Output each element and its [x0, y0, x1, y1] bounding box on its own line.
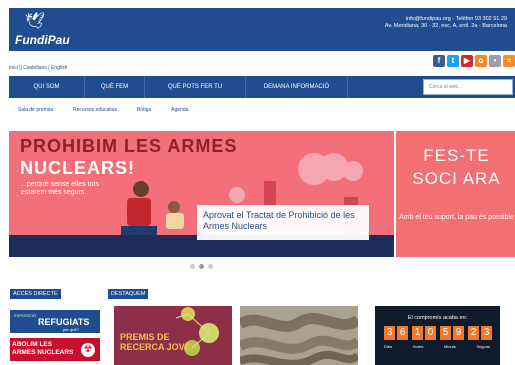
issuu-icon[interactable]: o [475, 55, 487, 67]
rope-image-card[interactable] [240, 306, 358, 365]
refugees-title: REFUGIATS [38, 317, 90, 327]
abolish-nuclear-banner[interactable]: ABOLIM LES ARMES NUCLEARS ☢ [10, 338, 100, 361]
logo-text: FundiPau [15, 33, 70, 47]
slide-caption[interactable]: Aprovat el Tractat de Prohibició de les … [197, 205, 369, 240]
countdown-units: Dies Hores Minuts Segons [384, 344, 490, 349]
secondary-navigation: Sala de premsa Recursos educatius Botiga Ag… [18, 107, 188, 113]
cta-subtitle: Amb el teu suport, la pau és possible [399, 214, 514, 221]
slider-pagination [190, 264, 213, 269]
twitter-icon[interactable]: t [447, 55, 459, 67]
contact-info: info@fundipau.org - Telèfon 93 302 51 29… [385, 16, 507, 30]
direct-access-label: ACCÉS DIRECTE [10, 289, 61, 299]
abolish-nuclear-text: ABOLIM LES ARMES NUCLEARS [12, 341, 74, 356]
nav-item-0[interactable]: QUI SOM [9, 76, 85, 98]
countdown-digit-0: 3 [384, 326, 395, 340]
countdown-card[interactable]: El compromís acaba en: 36105923 Dies Hore… [375, 306, 500, 365]
subnav-item-1[interactable]: Recursos educatius [73, 107, 117, 113]
award-title-line-1: PREMIS DE [120, 332, 170, 342]
nav-item-3[interactable]: DEMANA INFORMACIÓ [246, 76, 348, 98]
countdown-digit-4: 5 [440, 326, 451, 340]
subnav-item-3[interactable]: Agenda [171, 107, 188, 113]
countdown-digit-5: 9 [453, 326, 464, 340]
slider-dot-0[interactable] [190, 264, 195, 269]
search-placeholder: Cerca al web... [429, 84, 463, 90]
countdown-digit-1: 6 [397, 326, 408, 340]
fundipau-home: 🕊 FundiPau info@fundipau.org - Telèfon 9… [0, 0, 515, 365]
award-title-line-2: RECERCA JOVE [120, 342, 191, 352]
rss-icon[interactable]: ≈ [503, 55, 515, 67]
refugees-exhibition-label: EXPOSICIÓ [14, 313, 37, 318]
featured-label: DESTAQUEM [108, 289, 149, 299]
nav-item-2[interactable]: QUÈ POTS FER TU [145, 76, 246, 98]
refugees-subtitle: per què? [63, 327, 79, 332]
rope-image [240, 306, 358, 365]
countdown-digit-6: 2 [468, 326, 479, 340]
subnav-item-0[interactable]: Sala de premsa [18, 107, 53, 113]
contact-address: Av. Meridiana, 30 - 32, esc. A, entl. 2a… [384, 23, 507, 29]
youtube-icon[interactable]: ▶ [461, 55, 473, 67]
nuclear-symbol-icon: ☢ [81, 343, 95, 357]
hero-slider[interactable]: PROHIBIM LES ARMES NUCLEARS! ...perquè s… [9, 131, 515, 257]
countdown-unit-3: Segons [476, 344, 490, 349]
youth-research-award-card[interactable]: PREMIS DE RECERCA JOVE [114, 306, 232, 365]
nav-item-1[interactable]: QUÈ FEM [85, 76, 145, 98]
contact-email-phone: info@fundipau.org - Telèfon 93 302 51 29 [405, 16, 507, 22]
dove-icon: 🕊 [25, 13, 46, 30]
facebook-icon[interactable]: f [433, 55, 445, 67]
social-links: f t ▶ o • ≈ [433, 55, 515, 67]
countdown-digit-3: 0 [425, 326, 436, 340]
membership-cta[interactable]: FES-TE SOCI ARA Amb el teu suport, la pa… [394, 131, 515, 257]
cta-title-line-1: FES-TE [423, 146, 490, 165]
cta-title-line-2: SOCI ARA [412, 169, 501, 188]
countdown-title: El compromís acaba en: [407, 315, 468, 321]
countdown-unit-1: Hores [412, 344, 424, 349]
countdown-digit-7: 3 [481, 326, 492, 340]
award-title: PREMIS DE RECERCA JOVE [120, 332, 191, 352]
language-links[interactable]: Inici || Castellano | English [9, 65, 67, 71]
refugees-banner[interactable]: EXPOSICIÓ REFUGIATS per què? [10, 310, 100, 333]
language-social-bar: Inici || Castellano | English f t ▶ o • ≈ [9, 51, 515, 75]
search-input[interactable]: Cerca al web... [423, 79, 513, 95]
countdown-unit-2: Minuts [443, 344, 456, 349]
subnav-item-2[interactable]: Botiga [137, 107, 151, 113]
site-header: 🕊 FundiPau info@fundipau.org - Telèfon 9… [9, 8, 515, 51]
countdown-unit-0: Dies [384, 344, 393, 349]
site-logo[interactable]: 🕊 FundiPau [15, 14, 75, 48]
cta-title: FES-TE SOCI ARA [396, 144, 515, 190]
slider-dot-1[interactable] [199, 264, 204, 269]
flickr-icon[interactable]: • [489, 55, 501, 67]
slider-dot-2[interactable] [208, 264, 213, 269]
countdown-digits: 36105923 [384, 326, 492, 340]
countdown-digit-2: 1 [412, 326, 423, 340]
